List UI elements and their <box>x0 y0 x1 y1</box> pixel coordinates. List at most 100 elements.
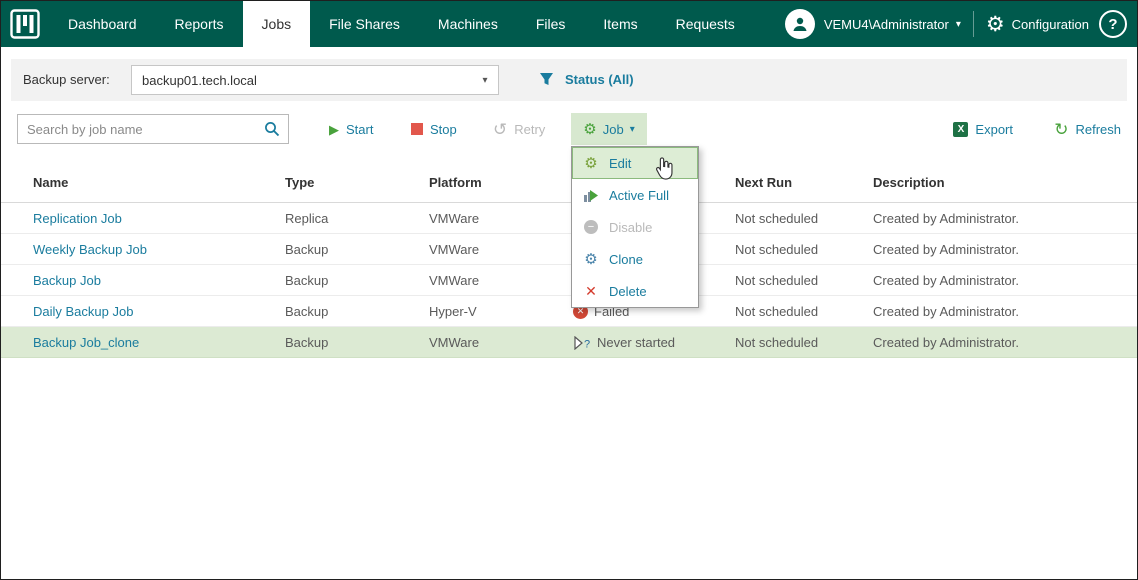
menu-item-label: Active Full <box>609 187 669 203</box>
stop-square-icon <box>411 123 423 135</box>
job-next-run-cell: Not scheduled <box>735 211 819 226</box>
column-header-platform[interactable]: Platform <box>429 163 482 203</box>
job-description-cell: Created by Administrator. <box>873 273 1019 288</box>
nav-item-files[interactable]: Files <box>517 1 585 47</box>
job-name-link[interactable]: Daily Backup Job <box>33 296 133 327</box>
delete-x-icon: ✕ <box>585 283 597 299</box>
job-type-cell: Backup <box>285 273 329 288</box>
job-label: Job <box>602 121 624 137</box>
menu-item-delete[interactable]: ✕ Delete <box>572 275 698 307</box>
nav-item-items[interactable]: Items <box>584 1 656 47</box>
jobs-toolbar: ▶ Start Stop ↺ Retry ⚙ Job ▾ X Export ↻ … <box>11 113 1127 145</box>
nav-item-requests[interactable]: Requests <box>657 1 754 47</box>
veeam-logo-icon <box>10 9 40 39</box>
column-header-type[interactable]: Type <box>285 163 314 203</box>
help-button[interactable]: ? <box>1099 10 1127 38</box>
start-play-icon: ▶ <box>329 121 339 137</box>
menu-item-label: Delete <box>609 283 647 299</box>
backup-server-selected-value: backup01.tech.local <box>142 72 257 88</box>
nav-item-reports[interactable]: Reports <box>156 1 243 47</box>
configuration-label[interactable]: Configuration <box>1012 17 1089 32</box>
job-type-cell: Backup <box>285 335 329 350</box>
table-row[interactable]: Replication Job Replica VMWare Not sched… <box>1 203 1137 234</box>
refresh-icon: ↻ <box>1054 119 1069 139</box>
never-started-status-icon: ? <box>573 335 591 350</box>
svg-text:?: ? <box>584 338 590 350</box>
status-filter-funnel-icon[interactable] <box>539 72 554 92</box>
excel-export-icon: X <box>953 121 969 137</box>
help-icon: ? <box>1108 15 1118 33</box>
user-chevron-down-icon[interactable]: ▾ <box>956 19 961 30</box>
app-logo[interactable] <box>1 1 49 47</box>
user-menu-label[interactable]: VEMU4\Administrator <box>824 17 949 32</box>
column-header-name[interactable]: Name <box>33 163 68 203</box>
disable-circle-icon: − <box>584 220 598 234</box>
job-description-cell: Created by Administrator. <box>873 242 1019 257</box>
job-type-cell: Backup <box>285 304 329 319</box>
user-avatar[interactable] <box>784 9 815 39</box>
job-gear-icon: ⚙ <box>583 120 597 138</box>
menu-item-edit[interactable]: ⚙ Edit <box>572 147 698 179</box>
job-platform-cell: VMWare <box>429 335 480 350</box>
select-chevron-down-icon: ▾ <box>482 74 488 86</box>
clone-gear-icon: ⚙ <box>584 250 598 268</box>
table-row-selected[interactable]: Backup Job_clone Backup VMWare ? Never s… <box>1 327 1137 358</box>
menu-item-disable: − Disable <box>572 211 698 243</box>
start-button[interactable]: ▶ Start <box>329 113 373 145</box>
backup-server-select[interactable]: backup01.tech.local ▾ <box>131 65 499 95</box>
job-description-cell: Created by Administrator. <box>873 335 1019 350</box>
search-input[interactable] <box>18 121 264 137</box>
job-menu-button[interactable]: ⚙ Job ▾ <box>571 113 647 145</box>
job-platform-cell: VMWare <box>429 242 480 257</box>
export-label: Export <box>975 121 1013 137</box>
table-row[interactable]: Backup Job Backup VMWare Not scheduled C… <box>1 265 1137 296</box>
active-full-icon <box>582 187 600 203</box>
nav-right-group: VEMU4\Administrator ▾ ⚙ Configuration ? <box>784 1 1137 47</box>
nav-item-dashboard[interactable]: Dashboard <box>49 1 156 47</box>
job-name-link[interactable]: Backup Job <box>33 265 101 296</box>
job-description-cell: Created by Administrator. <box>873 211 1019 226</box>
job-next-run-cell: Not scheduled <box>735 242 819 257</box>
menu-item-label: Clone <box>609 251 643 267</box>
job-description-cell: Created by Administrator. <box>873 304 1019 319</box>
search-icon[interactable] <box>264 121 280 137</box>
status-filter-link[interactable]: Status (All) <box>565 59 634 101</box>
menu-item-active-full[interactable]: Active Full <box>572 179 698 211</box>
menu-item-label: Edit <box>609 155 632 171</box>
nav-item-machines[interactable]: Machines <box>419 1 517 47</box>
job-next-run-cell: Not scheduled <box>735 273 819 288</box>
job-name-link[interactable]: Weekly Backup Job <box>33 234 147 265</box>
job-name-link[interactable]: Replication Job <box>33 203 122 234</box>
job-next-run-cell: Not scheduled <box>735 304 819 319</box>
job-name-link[interactable]: Backup Job_clone <box>33 327 139 358</box>
job-platform-cell: Hyper-V <box>429 304 477 319</box>
table-row[interactable]: Weekly Backup Job Backup VMWare Not sche… <box>1 234 1137 265</box>
column-header-next-run[interactable]: Next Run <box>735 163 792 203</box>
edit-gear-icon: ⚙ <box>584 154 598 172</box>
column-header-description[interactable]: Description <box>873 163 945 203</box>
menu-item-clone[interactable]: ⚙ Clone <box>572 243 698 275</box>
stop-label: Stop <box>430 121 457 137</box>
backup-server-label: Backup server: <box>23 72 110 87</box>
retry-arrow-icon: ↺ <box>493 119 508 139</box>
stop-button[interactable]: Stop <box>411 113 457 145</box>
nav-item-file-shares[interactable]: File Shares <box>310 1 419 47</box>
search-box <box>17 114 289 144</box>
top-navigation: Dashboard Reports Jobs File Shares Machi… <box>1 1 1137 47</box>
enterprise-manager-window: Dashboard Reports Jobs File Shares Machi… <box>0 0 1138 580</box>
nav-divider <box>972 11 974 37</box>
person-icon <box>793 17 807 31</box>
menu-item-label: Disable <box>609 219 653 235</box>
job-dropdown-menu: ⚙ Edit Active Full − Disable ⚙ Clone ✕ D… <box>571 146 699 308</box>
export-button[interactable]: X Export <box>953 113 1013 145</box>
nav-item-jobs[interactable]: Jobs <box>242 1 311 47</box>
table-row[interactable]: Daily Backup Job Backup Hyper-V ✕ Failed… <box>1 296 1137 327</box>
refresh-button[interactable]: ↻ Refresh <box>1054 113 1121 145</box>
job-type-cell: Replica <box>285 211 329 226</box>
job-platform-cell: VMWare <box>429 211 480 226</box>
job-chevron-down-icon: ▾ <box>629 123 635 135</box>
configuration-gear-icon[interactable]: ⚙ <box>986 14 1005 35</box>
start-label: Start <box>346 121 374 137</box>
job-platform-cell: VMWare <box>429 273 480 288</box>
job-status-text: Never started <box>597 335 676 350</box>
